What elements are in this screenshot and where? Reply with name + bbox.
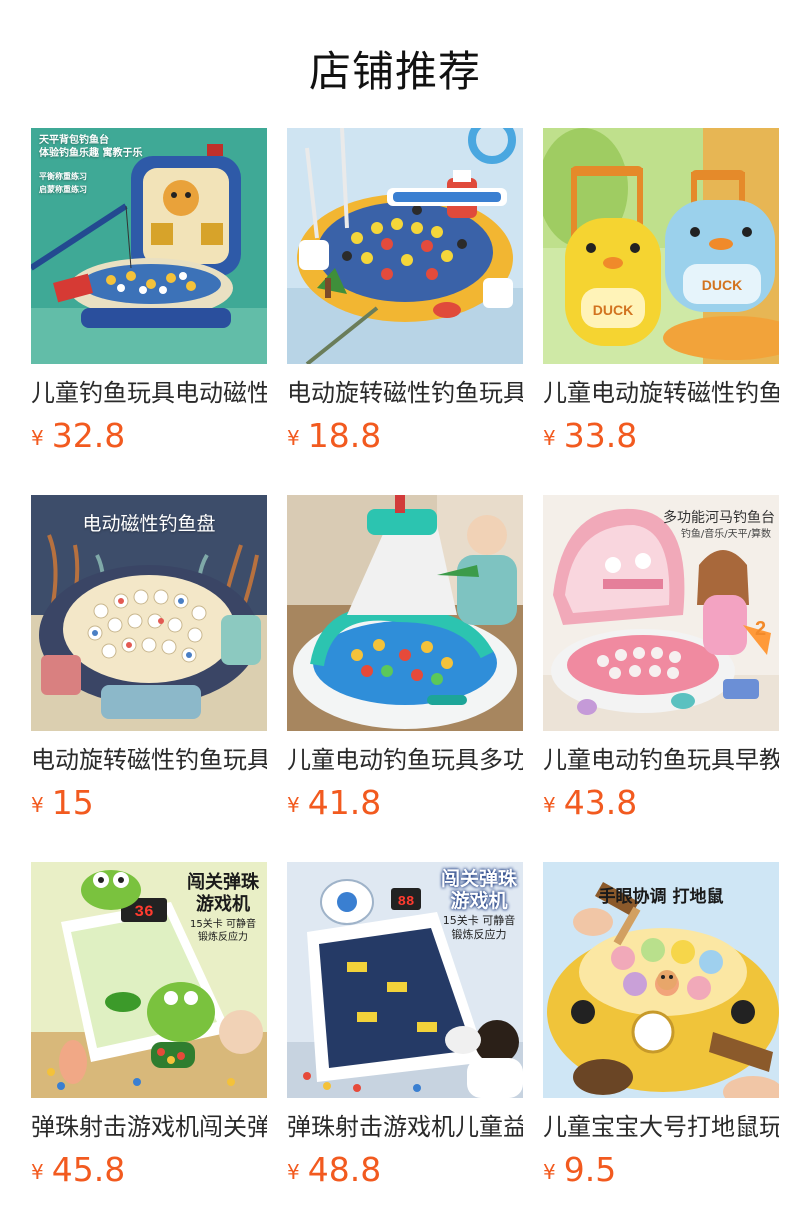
image-caption: 闯关弹珠 游戏机 15关卡 可静音 锻炼反应力 <box>440 868 517 941</box>
price-value: 32.8 <box>51 416 126 455</box>
product-price: ¥18.8 <box>287 418 523 456</box>
product-name[interactable]: 儿童电动旋转磁性钓鱼 <box>543 378 779 408</box>
product-image[interactable]: 88 闯关弹珠 游戏机 15关卡 可静音 锻炼反应力 <box>287 862 523 1098</box>
price-value: 41.8 <box>307 783 382 822</box>
price-value: 15 <box>51 783 94 822</box>
product-price: ¥45.8 <box>31 1152 267 1190</box>
product-card[interactable]: 36 闯关弹珠 游戏机 15关卡 可静音 锻炼反应力 弹珠射击游戏机闯关弹 ¥ … <box>31 862 267 1229</box>
product-price: ¥41.8 <box>287 785 523 823</box>
product-image[interactable]: 2 多功能河马钓鱼台 钓鱼/音乐/天平/算数 <box>543 495 779 731</box>
price-value: 33.8 <box>563 416 638 455</box>
currency-symbol: ¥ <box>543 1160 556 1184</box>
duck-label-left: DUCK <box>593 302 633 318</box>
product-name[interactable]: 电动旋转磁性钓鱼玩具 <box>31 745 267 775</box>
price-value: 48.8 <box>307 1150 382 1189</box>
product-image[interactable]: 36 闯关弹珠 游戏机 15关卡 可静音 锻炼反应力 <box>31 862 267 1098</box>
product-name[interactable]: 弹珠射击游戏机儿童益智 <box>287 1112 523 1142</box>
product-image[interactable] <box>287 495 523 731</box>
score-display: 88 <box>398 894 415 910</box>
duck-label-right: DUCK <box>702 277 742 293</box>
product-card[interactable]: 电动旋转磁性钓鱼玩具 ¥18.8 <box>287 128 523 495</box>
currency-symbol: ¥ <box>287 1160 300 1184</box>
product-name[interactable]: 儿童钓鱼玩具电动磁性 <box>31 378 267 408</box>
product-price: ¥48.8 <box>287 1152 523 1190</box>
section-header: 店铺推荐 <box>0 0 790 128</box>
price-value: 9.5 <box>563 1150 617 1189</box>
product-card[interactable]: 天平背包钓鱼台 体验钓鱼乐趣 寓教于乐 平衡称重练习 启蒙称重练习 儿童钓鱼玩具… <box>31 128 267 495</box>
image-caption: 电动磁性钓鱼盘 <box>82 513 216 535</box>
product-image[interactable]: DUCK DUCK <box>543 128 779 364</box>
image-subcaption: 钓鱼/音乐/天平/算数 <box>680 529 771 540</box>
currency-symbol: ¥ <box>543 793 556 817</box>
price-value: 43.8 <box>563 783 638 822</box>
product-image[interactable] <box>287 128 523 364</box>
currency-symbol: ¥ <box>31 426 44 450</box>
product-price: ¥33.8 <box>543 418 779 456</box>
image-caption: 手眼协调 打地鼠 <box>598 887 724 907</box>
currency-symbol: ¥ <box>31 1160 44 1184</box>
product-card[interactable]: 88 闯关弹珠 游戏机 15关卡 可静音 锻炼反应力 弹珠射击游戏机儿童益智 ¥… <box>287 862 523 1229</box>
product-card[interactable]: DUCK DUCK 儿童电动旋转磁性钓鱼 ¥33.8 <box>543 128 779 495</box>
product-card[interactable]: 儿童电动钓鱼玩具多功能 ¥41.8 <box>287 495 523 862</box>
price-value: 45.8 <box>51 1150 126 1189</box>
product-price: ¥9.5 <box>543 1152 779 1190</box>
product-name[interactable]: 儿童宝宝大号打地鼠玩具 <box>543 1112 779 1142</box>
product-image[interactable]: 天平背包钓鱼台 体验钓鱼乐趣 寓教于乐 平衡称重练习 启蒙称重练习 <box>31 128 267 364</box>
image-caption: 闯关弹珠 游戏机 15关卡 可静音 锻炼反应力 <box>187 872 259 943</box>
currency-symbol: ¥ <box>287 793 300 817</box>
product-name[interactable]: 儿童电动钓鱼玩具早教 <box>543 745 779 775</box>
image-caption: 天平背包钓鱼台 体验钓鱼乐趣 寓教于乐 平衡称重练习 启蒙称重练习 <box>39 135 143 194</box>
image-caption: 多功能河马钓鱼台 <box>663 510 775 526</box>
price-value: 18.8 <box>307 416 382 455</box>
product-name[interactable]: 弹珠射击游戏机闯关弹珠 <box>31 1112 267 1142</box>
product-grid: 天平背包钓鱼台 体验钓鱼乐趣 寓教于乐 平衡称重练习 启蒙称重练习 儿童钓鱼玩具… <box>31 128 790 1229</box>
product-card[interactable]: 手眼协调 打地鼠 儿童宝宝大号打地鼠玩具 ¥9.5 <box>543 862 779 1229</box>
currency-symbol: ¥ <box>31 793 44 817</box>
product-price: ¥15 <box>31 785 267 823</box>
product-card[interactable]: 电动磁性钓鱼盘 电动旋转磁性钓鱼玩具 ¥15 <box>31 495 267 862</box>
product-name[interactable]: 电动旋转磁性钓鱼玩具 <box>287 378 523 408</box>
product-price: ¥32.8 <box>31 418 267 456</box>
product-image[interactable]: 电动磁性钓鱼盘 <box>31 495 267 731</box>
score-display: 36 <box>134 903 153 921</box>
currency-symbol: ¥ <box>543 426 556 450</box>
product-image[interactable]: 手眼协调 打地鼠 <box>543 862 779 1098</box>
svg-text:2: 2 <box>755 618 766 640</box>
product-card[interactable]: 2 多功能河马钓鱼台 钓鱼/音乐/天平/算数 儿童电动钓鱼玩具早教 ¥43.8 <box>543 495 779 862</box>
product-price: ¥43.8 <box>543 785 779 823</box>
product-name[interactable]: 儿童电动钓鱼玩具多功能 <box>287 745 523 775</box>
section-title: 店铺推荐 <box>308 47 481 96</box>
currency-symbol: ¥ <box>287 426 300 450</box>
